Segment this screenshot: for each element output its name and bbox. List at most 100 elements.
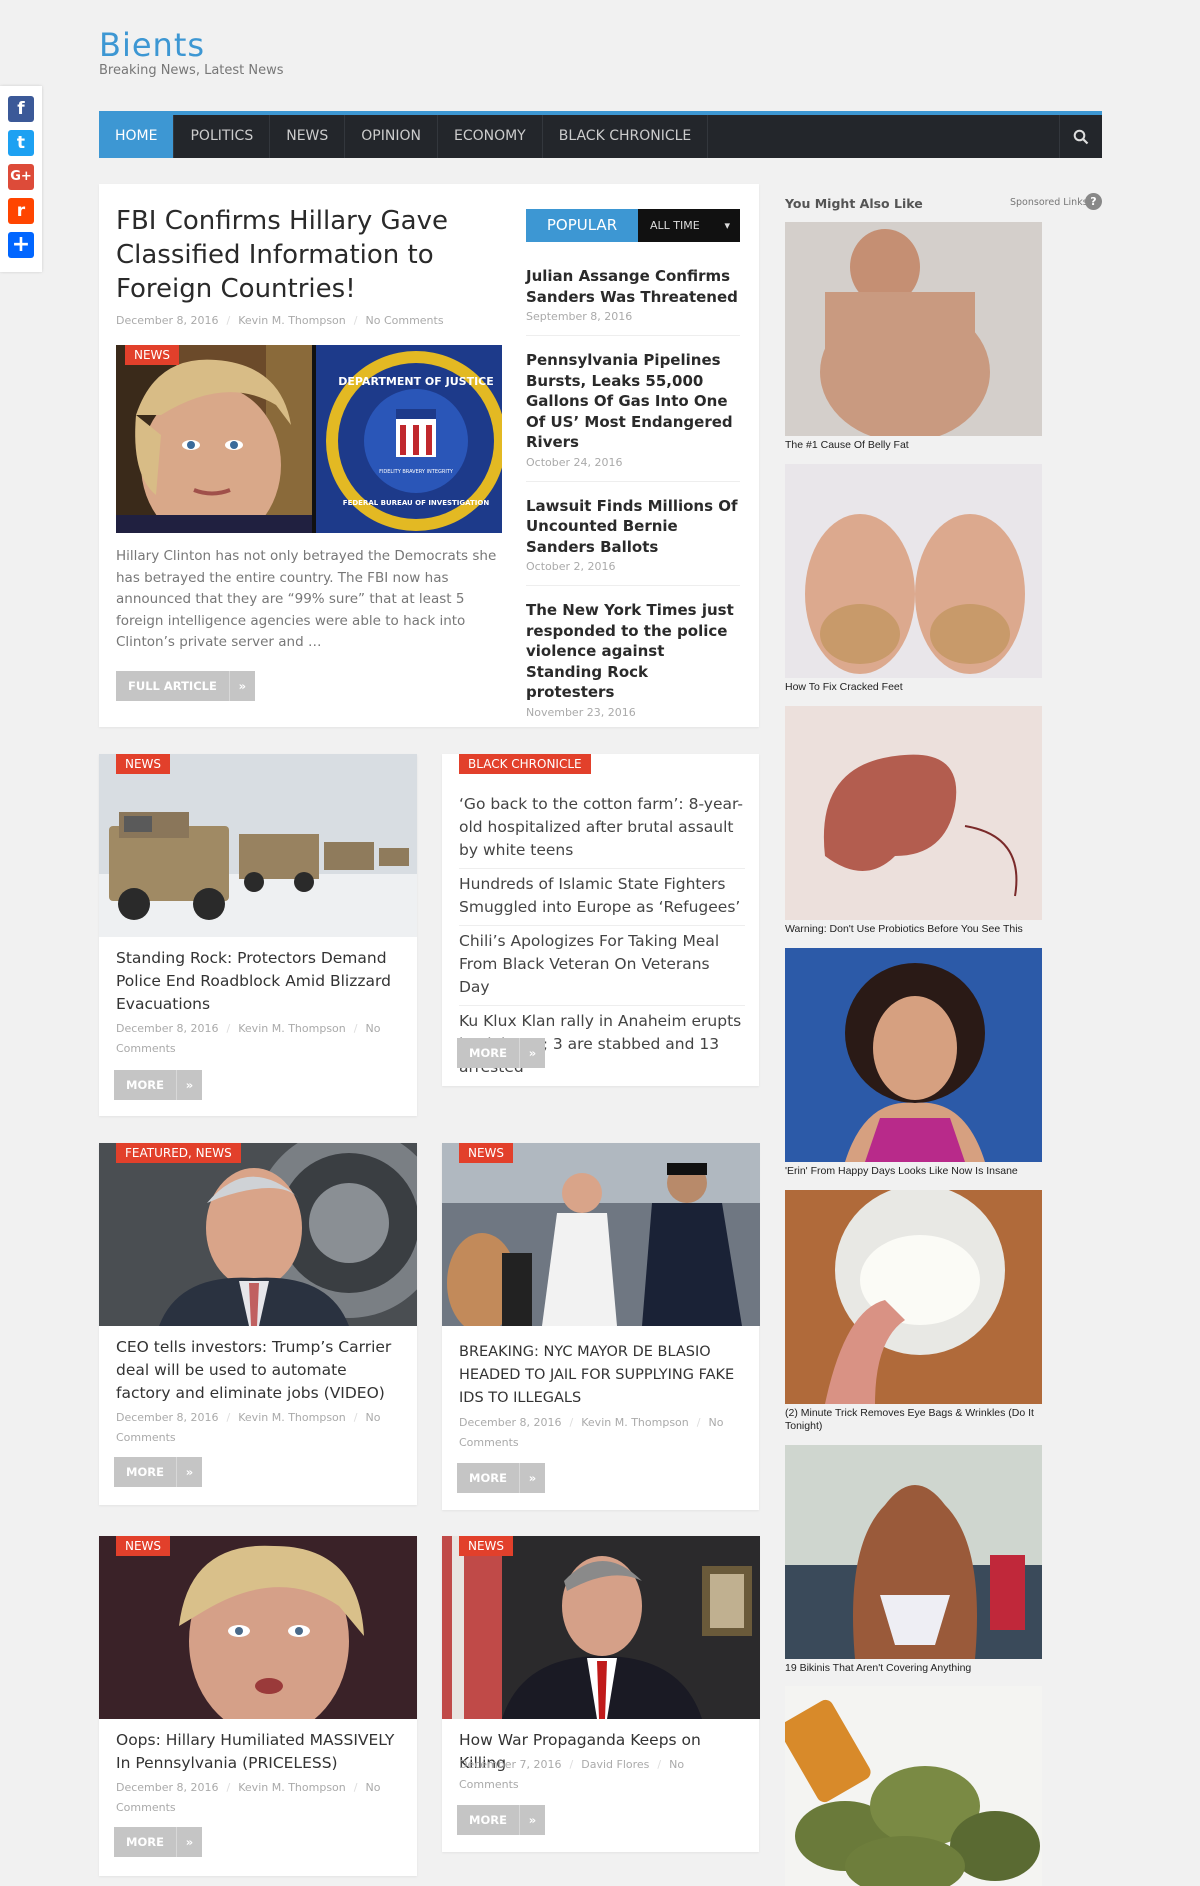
ad-caption[interactable]: 19 Bikinis That Aren't Covering Anything [785, 1662, 1042, 1675]
popular-title[interactable]: Lawsuit Finds Millions Of Uncounted Bern… [526, 496, 740, 558]
ad-caption[interactable]: Warning: Don't Use Probiotics Before You… [785, 923, 1042, 936]
twitter-icon[interactable]: t [8, 130, 34, 156]
post-comments[interactable]: No Comments [365, 314, 443, 327]
post-author[interactable]: David Flores [581, 1758, 649, 1771]
chevron-right-icon: » [228, 671, 255, 701]
article-card: NEWS Standing Rock: Protectors Demand Po… [99, 754, 417, 1116]
article-card: NEWS How War Propaganda Keeps on Killing… [442, 1536, 760, 1852]
nav-news[interactable]: NEWS [270, 115, 346, 158]
chevron-right-icon: » [518, 1805, 545, 1835]
article-image[interactable]: NEWS [99, 1536, 417, 1719]
post-author[interactable]: Kevin M. Thompson [238, 1411, 346, 1424]
more-button[interactable]: MORE » [457, 1463, 545, 1493]
site-title[interactable]: Bients [99, 26, 205, 64]
article-title[interactable]: Oops: Hillary Humiliated MASSIVELY In Pe… [116, 1729, 406, 1775]
post-date: December 7, 2016 [459, 1758, 562, 1771]
ad-caption[interactable]: (2) Minute Trick Removes Eye Bags & Wrin… [785, 1407, 1042, 1433]
sponsored-ad[interactable]: 19 Bikinis That Aren't Covering Anything [785, 1445, 1042, 1675]
more-button[interactable]: MORE » [457, 1805, 545, 1835]
list-item[interactable]: Pennsylvania Pipelines Bursts, Leaks 55,… [526, 350, 740, 482]
nav-opinion[interactable]: OPINION [345, 115, 438, 158]
reddit-icon[interactable]: r [8, 198, 34, 224]
featured-excerpt: Hillary Clinton has not only betrayed th… [116, 548, 497, 650]
ad-caption[interactable]: 'Erin' From Happy Days Looks Like Now Is… [785, 1165, 1042, 1178]
search-button[interactable] [1059, 115, 1102, 158]
article-title[interactable]: Standing Rock: Protectors Demand Police … [116, 947, 406, 1016]
sponsored-ad[interactable]: Warning: Don't Use Probiotics Before You… [785, 706, 1042, 936]
nav-economy[interactable]: ECONOMY [438, 115, 543, 158]
ad-image[interactable] [785, 1445, 1042, 1659]
article-image[interactable]: NEWS [442, 1536, 760, 1719]
sponsored-ad[interactable]: How To Fix Cracked Feet [785, 464, 1042, 694]
category-tag[interactable]: NEWS [116, 754, 171, 774]
article-title[interactable]: CEO tells investors: Trump’s Carrier dea… [116, 1336, 406, 1405]
list-item[interactable]: Chili’s Apologizes For Taking Meal From … [459, 926, 745, 1006]
ad-caption[interactable]: How To Fix Cracked Feet [785, 681, 1042, 694]
ad-image[interactable] [785, 222, 1042, 436]
featured-title[interactable]: FBI Confirms Hillary Gave Classified Inf… [116, 204, 476, 306]
black-chronicle-card: BLACK CHRONICLE ‘Go back to the cotton f… [442, 754, 759, 1086]
article-image[interactable]: NEWS [99, 754, 417, 937]
category-tag[interactable]: NEWS [116, 1536, 171, 1556]
tab-popular[interactable]: POPULAR [526, 209, 638, 242]
add-share-icon[interactable]: + [8, 232, 34, 258]
category-tag[interactable]: NEWS [459, 1536, 514, 1556]
post-author[interactable]: Kevin M. Thompson [581, 1416, 689, 1429]
more-button[interactable]: MORE » [114, 1457, 202, 1487]
ad-photo [785, 948, 1042, 1162]
full-article-button[interactable]: FULL ARTICLE » [116, 671, 255, 701]
article-photo [99, 1536, 417, 1719]
list-item[interactable]: The New York Times just responded to the… [526, 600, 740, 731]
nav-home[interactable]: HOME [99, 115, 175, 158]
article-image[interactable]: NEWS [442, 1143, 760, 1326]
nav-politics[interactable]: POLITICS [174, 115, 271, 158]
ad-image[interactable] [785, 1686, 1042, 1886]
post-author[interactable]: Kevin M. Thompson [238, 314, 346, 327]
button-label: MORE [469, 1471, 507, 1485]
help-icon[interactable]: ? [1085, 193, 1102, 210]
featured-image[interactable]: DEPARTMENT OF JUSTICE FEDERAL BUREAU OF … [116, 345, 502, 533]
button-label: FULL ARTICLE [128, 679, 217, 693]
chevron-right-icon: » [175, 1070, 202, 1100]
category-tag[interactable]: NEWS [125, 345, 180, 365]
nav-label: POLITICS [190, 128, 254, 144]
sponsored-ad[interactable]: The #1 Cause Of Belly Fat [785, 222, 1042, 452]
list-item[interactable]: Hundreds of Islamic State Fighters Smugg… [459, 869, 745, 926]
ad-image[interactable] [785, 706, 1042, 920]
article-image[interactable]: FEATURED, NEWS [99, 1143, 417, 1326]
list-item[interactable]: Lawsuit Finds Millions Of Uncounted Bern… [526, 496, 740, 586]
more-button[interactable]: MORE » [114, 1070, 202, 1100]
popular-title[interactable]: The New York Times just responded to the… [526, 600, 740, 703]
more-button[interactable]: MORE » [114, 1827, 202, 1857]
sponsored-links-label[interactable]: Sponsored Links [1010, 197, 1088, 208]
google-plus-icon[interactable]: G+ [8, 164, 34, 190]
popular-date: October 24, 2016 [526, 455, 623, 469]
ad-image[interactable] [785, 948, 1042, 1162]
post-date: December 8, 2016 [116, 1022, 219, 1035]
nav-black-chronicle[interactable]: BLACK CHRONICLE [543, 115, 709, 158]
sponsored-ad[interactable]: (2) Minute Trick Removes Eye Bags & Wrin… [785, 1190, 1042, 1433]
popular-title[interactable]: Pennsylvania Pipelines Bursts, Leaks 55,… [526, 350, 740, 453]
category-tag[interactable]: FEATURED, NEWS [116, 1143, 241, 1163]
more-button[interactable]: MORE » [457, 1038, 545, 1068]
facebook-icon[interactable]: f [8, 96, 34, 122]
ad-image[interactable] [785, 464, 1042, 678]
post-author[interactable]: Kevin M. Thompson [238, 1781, 346, 1794]
sponsored-ad[interactable] [785, 1686, 1042, 1886]
category-tag[interactable]: NEWS [459, 1143, 514, 1163]
caret-down-icon: ▾ [724, 219, 730, 232]
article-photo [99, 1143, 417, 1326]
ad-caption[interactable]: The #1 Cause Of Belly Fat [785, 439, 1042, 452]
category-tag[interactable]: BLACK CHRONICLE [459, 754, 591, 774]
featured-photo: DEPARTMENT OF JUSTICE FEDERAL BUREAU OF … [116, 345, 502, 533]
article-title[interactable]: BREAKING: NYC MAYOR DE BLASIO HEADED TO … [459, 1341, 749, 1410]
post-author[interactable]: Kevin M. Thompson [238, 1022, 346, 1035]
sponsored-ad[interactable]: 'Erin' From Happy Days Looks Like Now Is… [785, 948, 1042, 1178]
tab-all-time-dropdown[interactable]: ALL TIME ▾ [638, 209, 740, 242]
list-item[interactable]: ‘Go back to the cotton farm’: 8-year-old… [459, 789, 745, 869]
list-item[interactable]: Julian Assange Confirms Sanders Was Thre… [526, 266, 740, 336]
ad-image[interactable] [785, 1190, 1042, 1404]
popular-title[interactable]: Julian Assange Confirms Sanders Was Thre… [526, 266, 740, 307]
button-label: MORE [469, 1046, 507, 1060]
sidebar-heading: You Might Also Like [785, 196, 923, 211]
